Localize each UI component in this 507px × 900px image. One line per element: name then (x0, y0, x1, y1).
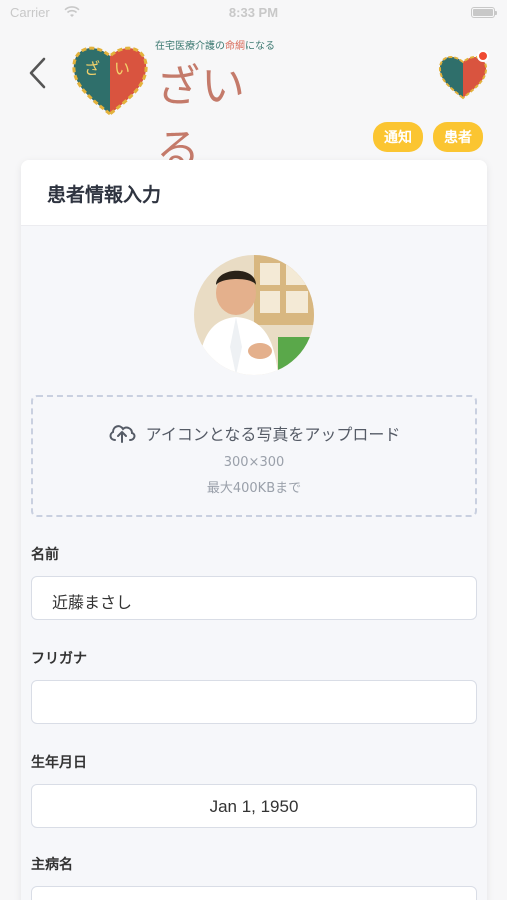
app-logo: ざ い 在宅医療介護の命綱になる ざいる (70, 36, 280, 176)
name-label: 名前 (31, 547, 59, 563)
chevron-left-icon[interactable] (26, 56, 50, 90)
cloud-upload-icon (109, 425, 136, 443)
notification-dot (477, 50, 489, 62)
tag-notifications[interactable]: 通知 (373, 122, 423, 152)
upload-max-size: 最大400KBまで (206, 481, 302, 496)
furigana-label: フリガナ (31, 651, 87, 667)
card-header: 患者情報入力 (21, 160, 487, 226)
birthdate-label: 生年月日 (31, 755, 87, 771)
patient-photo-image (194, 255, 314, 375)
birthdate-value: Jan 1, 1950 (209, 797, 299, 816)
app-header: ざ い 在宅医療介護の命綱になる ざいる (0, 26, 507, 176)
tag-patients[interactable]: 患者 (433, 122, 483, 152)
patient-photo[interactable] (194, 255, 314, 375)
clock: 8:33 PM (228, 5, 279, 20)
birthdate-picker[interactable]: Jan 1, 1950 (31, 784, 477, 828)
patient-form-card: 患者情報入力 アイコンとなる写真をアップロード 300×300 最大400KBま… (21, 160, 487, 900)
svg-text:ざ: ざ (84, 59, 100, 78)
card-title: 患者情報入力 (47, 184, 162, 206)
disease-label: 主病名 (31, 857, 73, 873)
name-value: 近藤まさし (52, 593, 133, 612)
upload-label: アイコンとなる写真をアップロード (145, 425, 401, 444)
furigana-field[interactable] (31, 680, 477, 724)
svg-text:い: い (114, 59, 130, 78)
battery-icon (471, 7, 497, 18)
photo-upload-dropzone[interactable]: アイコンとなる写真をアップロード 300×300 最大400KBまで (31, 395, 477, 517)
disease-field[interactable] (31, 886, 477, 900)
header-tags: 通知 患者 (373, 122, 483, 152)
heart-logo-icon: ざ い (72, 46, 148, 116)
name-field[interactable]: 近藤まさし (31, 576, 477, 620)
upload-dimensions: 300×300 (223, 455, 285, 470)
status-bar: Carrier 8:33 PM (0, 0, 507, 26)
logo-wordmark: ざいる (156, 61, 246, 176)
